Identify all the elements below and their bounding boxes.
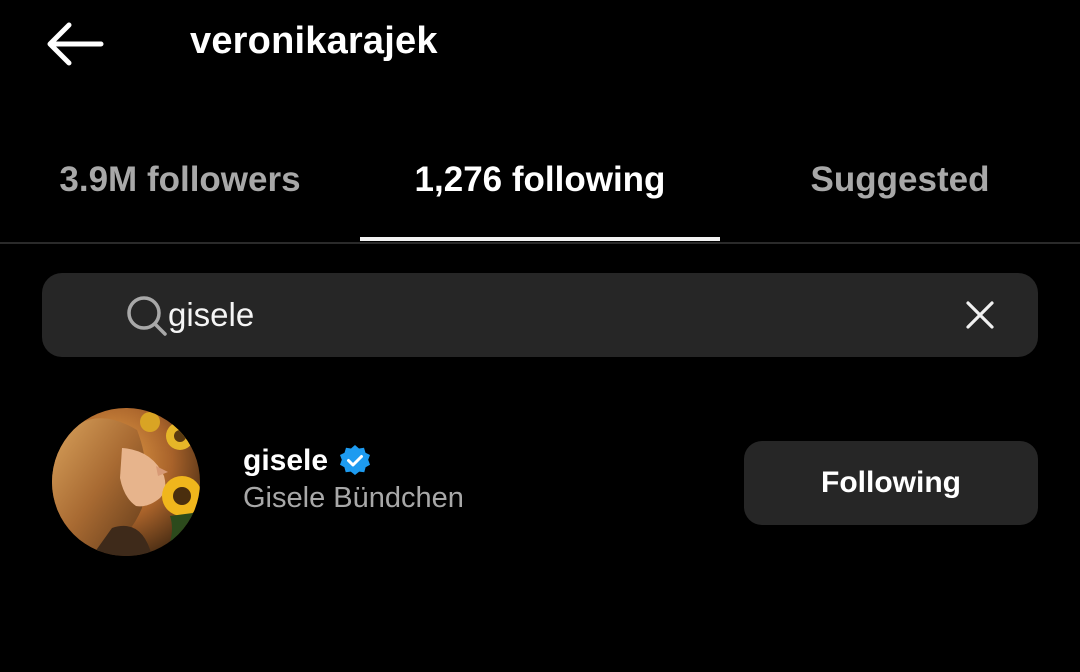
full-name: Gisele Bündchen — [243, 482, 464, 514]
follow-tabs: 3.9M followers 1,276 following Suggested — [0, 120, 1080, 244]
search-input[interactable] — [168, 289, 928, 341]
top-bar: veronikarajek — [0, 0, 1080, 84]
clear-search-button[interactable] — [960, 295, 1000, 335]
back-button[interactable] — [38, 14, 110, 74]
avatar[interactable] — [52, 408, 200, 556]
username-line[interactable]: gisele — [243, 440, 372, 482]
tab-following[interactable]: 1,276 following — [360, 120, 720, 240]
tab-suggested[interactable]: Suggested — [720, 120, 1080, 240]
username[interactable]: gisele — [243, 444, 328, 478]
list-item[interactable]: gisele Gisele Bündchen Following — [0, 400, 1080, 565]
tab-followers[interactable]: 3.9M followers — [0, 120, 360, 240]
verified-badge-icon — [340, 445, 371, 475]
profile-photo — [52, 408, 200, 556]
search-bar[interactable] — [42, 273, 1038, 357]
search-icon — [127, 296, 167, 336]
close-icon — [966, 301, 994, 329]
arrow-left-icon — [47, 22, 104, 66]
following-button[interactable]: Following — [744, 441, 1038, 525]
page-title: veronikarajek — [190, 20, 438, 62]
active-tab-indicator — [360, 237, 720, 241]
